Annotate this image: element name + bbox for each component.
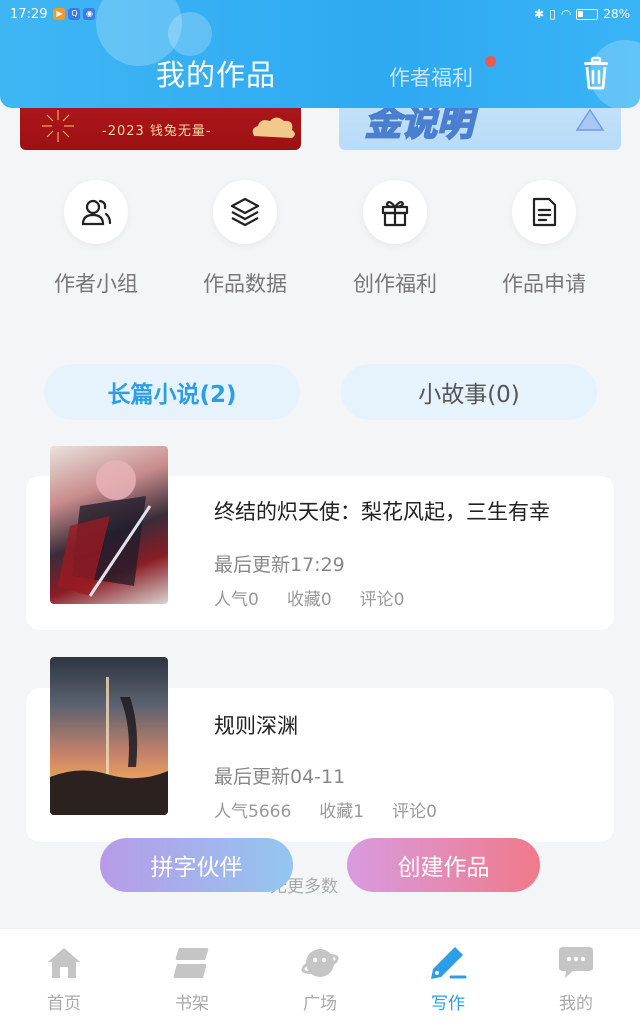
work-popularity: 人气5666: [214, 802, 292, 822]
nav-item-home[interactable]: 首页: [14, 943, 114, 1014]
gift-icon: [381, 200, 409, 227]
nav-item-plaza[interactable]: 广场: [270, 943, 370, 1014]
quick-action-work-application[interactable]: 作品申请: [479, 180, 609, 298]
author-group-icon: [81, 199, 112, 226]
cover-illustration: [50, 677, 168, 815]
work-stats: 人气5666 收藏1 评论0: [214, 797, 465, 822]
work-title[interactable]: 规则深渊: [214, 710, 298, 740]
quick-action-label: 创作福利: [353, 272, 437, 296]
firework-icon: [42, 110, 74, 142]
trash-icon: [584, 56, 608, 90]
wifi-icon: ◠: [560, 7, 572, 21]
work-comments: 评论0: [359, 590, 405, 610]
bluetooth-icon: ✱: [534, 7, 545, 21]
nav-item-mine[interactable]: 我的: [526, 943, 626, 1014]
nav-label: 首页: [47, 994, 81, 1014]
pen-icon: [431, 947, 467, 979]
quick-action-work-data[interactable]: 作品数据: [180, 180, 310, 298]
work-last-updated: 最后更新17:29: [214, 554, 345, 576]
nav-label: 广场: [303, 994, 337, 1014]
tab-long-novels[interactable]: 长篇小说(2): [44, 364, 300, 420]
status-bar: 17:29 ▶ Q ◉ ✱ ▯ ◠ 28%: [0, 0, 640, 28]
work-comments: 评论0: [392, 802, 437, 822]
layers-icon: [230, 197, 260, 227]
quick-action-label: 作者小组: [54, 272, 138, 296]
vibrate-icon: ▯: [549, 7, 556, 21]
quick-action-creation-welfare[interactable]: 创作福利: [330, 180, 460, 298]
quick-action-icon-wrap: [363, 180, 427, 244]
bottom-navigation: 首页 书架 广场 写作 我的: [0, 928, 640, 1024]
writing-partner-button[interactable]: 拼字伙伴: [100, 838, 293, 892]
quick-action-icon-wrap: [64, 180, 128, 244]
nav-item-bookshelf[interactable]: 书架: [142, 943, 242, 1014]
tab-short-stories[interactable]: 小故事(0): [341, 364, 597, 420]
work-favorites: 收藏1: [319, 802, 365, 822]
nav-label: 我的: [559, 994, 593, 1014]
tab-author-welfare[interactable]: 作者福利: [389, 62, 473, 92]
battery-level: 28%: [603, 7, 630, 21]
work-popularity: 人气0: [214, 590, 259, 610]
cloud-icon: [252, 117, 295, 138]
work-last-updated: 最后更新04-11: [214, 766, 346, 788]
quick-action-label: 作品数据: [203, 272, 287, 296]
top-header: 17:29 ▶ Q ◉ ✱ ▯ ◠ 28% 我的作品 作者福利: [0, 0, 640, 108]
app-notification-icon: ▶: [53, 8, 66, 20]
work-cover-image[interactable]: [50, 446, 168, 604]
nav-label: 写作: [431, 994, 465, 1014]
quick-action-icon-wrap: [213, 180, 277, 244]
work-favorites: 收藏0: [286, 590, 332, 610]
home-icon: [48, 948, 80, 978]
nav-item-writing[interactable]: 写作: [398, 943, 498, 1014]
document-icon: [532, 197, 557, 227]
search-notification-icon: Q: [68, 8, 81, 20]
quick-action-author-group[interactable]: 作者小组: [31, 180, 161, 298]
triangle-icon: [575, 108, 605, 131]
work-stats: 人气0 收藏0 评论0: [214, 585, 432, 610]
banner-left-text: -2023 钱兔无量-: [102, 124, 212, 139]
cover-illustration: [58, 460, 152, 597]
delete-button[interactable]: [580, 56, 612, 92]
chat-bubble-icon: [559, 947, 593, 978]
bookshelf-icon: [173, 948, 209, 978]
app-notification-icon: ◉: [83, 8, 96, 20]
work-cover-image[interactable]: [50, 657, 168, 815]
status-time: 17:29: [10, 6, 48, 22]
battery-icon: [576, 8, 599, 20]
nav-label: 书架: [175, 994, 209, 1014]
quick-action-label: 作品申请: [502, 272, 586, 296]
planet-icon: [301, 949, 339, 977]
page-title: 我的作品: [156, 58, 277, 92]
create-work-button[interactable]: 创建作品: [347, 838, 540, 892]
quick-action-icon-wrap: [512, 180, 576, 244]
work-title[interactable]: 终结的炽天使：梨花风起，三生有幸: [214, 496, 550, 526]
notification-dot: [485, 56, 496, 67]
